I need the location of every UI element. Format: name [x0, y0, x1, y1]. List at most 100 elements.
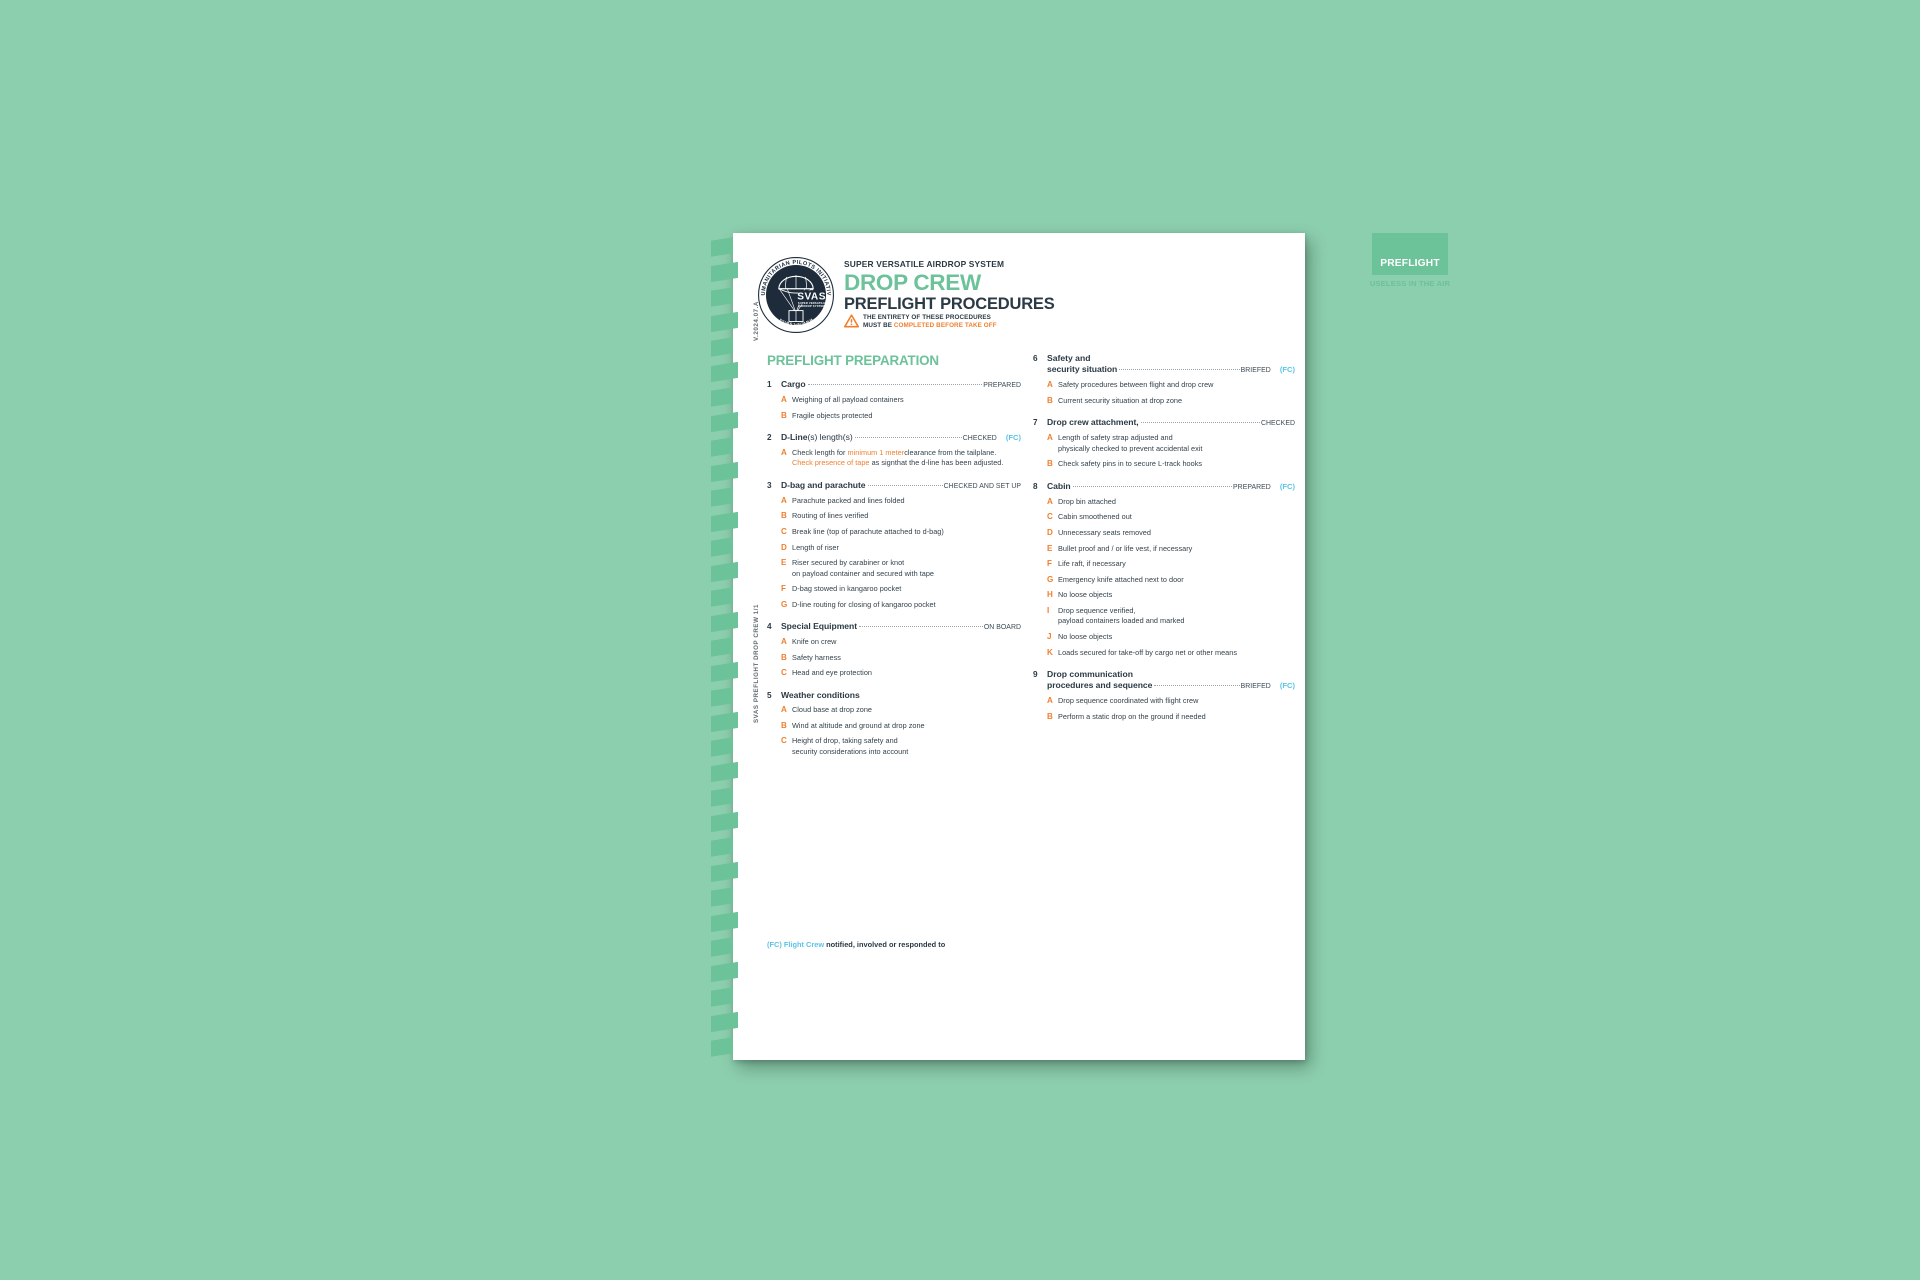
- binding-coil: [711, 587, 733, 607]
- item-subitems: A Parachute packed and lines folded B Routi…: [781, 496, 1021, 610]
- subitem[interactable]: I Drop sequence verified, payload containe…: [1047, 606, 1295, 627]
- subitem[interactable]: A Weighing of all payload containers: [781, 395, 1021, 405]
- binding-coil: [711, 361, 738, 383]
- item-number: 3: [767, 480, 772, 490]
- checklist-item[interactable]: 6 Safety and security situation BRIEFED (FC)…: [1033, 353, 1295, 406]
- checklist-item[interactable]: 9 Drop communication procedures and sequen…: [1033, 669, 1295, 722]
- item-label: procedures and sequence: [1047, 680, 1153, 691]
- checklist-item[interactable]: 3 D-bag and parachute CHECKED AND SET UP A P…: [767, 480, 1021, 610]
- subitem[interactable]: J No loose objects: [1047, 632, 1295, 642]
- item-label: D-bag and parachute: [781, 479, 866, 490]
- subitem-letter: D: [781, 542, 787, 552]
- subitem-letter: A: [1047, 433, 1053, 443]
- checklist-item[interactable]: 1 Cargo PREPARED A Weighing of all payload c…: [767, 379, 1021, 421]
- subitem-text: Drop sequence coordinated with flight cr…: [1058, 696, 1199, 706]
- subitem[interactable]: B Check safety pins in to secure L-track …: [1047, 459, 1295, 469]
- subitem[interactable]: C Head and eye protection: [781, 668, 1021, 678]
- leader-dots: [1140, 422, 1260, 424]
- subitem[interactable]: G Emergency knife attached next to door: [1047, 575, 1295, 585]
- subitem-text: No loose objects: [1058, 590, 1113, 600]
- footnote-text: notified, involved or responded to: [824, 940, 946, 949]
- subitem[interactable]: A Parachute packed and lines folded: [781, 496, 1021, 506]
- item-number: 6: [1033, 354, 1038, 363]
- item-number: 8: [1033, 481, 1038, 491]
- subitem[interactable]: A Cloud base at drop zone: [781, 705, 1021, 715]
- checklist-item[interactable]: 7 Drop crew attachment, CHECKED A Length of …: [1033, 417, 1295, 469]
- subitem[interactable]: K Loads secured for take-off by cargo net…: [1047, 648, 1295, 658]
- subitem-text: Length of riser: [792, 542, 839, 552]
- item-value: PREPARED: [1233, 483, 1271, 491]
- item-subitems: A Drop bin attached C Cabin smoothened out D…: [1047, 497, 1295, 658]
- subitem-text: Break line (top of parachute attached to…: [792, 527, 944, 536]
- flight-crew-tag: (FC): [1279, 481, 1295, 491]
- item-label-line1: Safety and: [1047, 353, 1091, 363]
- subitem-letter: C: [781, 736, 787, 746]
- subitem[interactable]: A Drop bin attached: [1047, 497, 1295, 507]
- subitem[interactable]: A Length of safety strap adjusted and phys…: [1047, 433, 1295, 454]
- subitem[interactable]: B Fragile objects protected: [781, 411, 1021, 421]
- binding-coil: [711, 287, 733, 307]
- subitem-letter: A: [1047, 380, 1053, 390]
- subitem[interactable]: A Safety procedures between flight and dr…: [1047, 380, 1295, 390]
- binding-coil: [711, 537, 733, 557]
- subitem[interactable]: B Routing of lines verified: [781, 511, 1021, 521]
- subitem[interactable]: B Perform a static drop on the ground if …: [1047, 712, 1295, 722]
- subitem[interactable]: B Current security situation at drop zone: [1047, 396, 1295, 406]
- checklist-item[interactable]: 5 Weather conditions A Cloud base at drop z…: [767, 690, 1021, 757]
- spiral-binding: [711, 233, 747, 1060]
- svas-logo: HUMANITARIAN PILOTS INITIATIVE WWW.HPI.S…: [757, 256, 835, 334]
- subitem-letter: B: [1047, 459, 1053, 469]
- item-subitems: A Cloud base at drop zone B Wind at altitud…: [781, 705, 1021, 757]
- binding-coil: [711, 687, 733, 707]
- subitem-text: Safety procedures between flight and dro…: [1058, 380, 1214, 390]
- subitem[interactable]: H No loose objects: [1047, 590, 1295, 600]
- checklist-item[interactable]: 2 D-Line(s) length(s) CHECKED (FC) A Check le…: [767, 432, 1021, 469]
- subitem-letter: J: [1047, 631, 1052, 641]
- binding-coil: [711, 337, 733, 357]
- subitem-text: Fragile objects protected: [792, 410, 873, 420]
- header-titles: SUPER VERSATILE AIRDROP SYSTEM DROP CREW…: [844, 259, 1104, 313]
- leader-dots: [1154, 685, 1240, 687]
- binding-coil: [711, 1037, 733, 1057]
- subitem[interactable]: F D-bag stowed in kangaroo pocket: [781, 584, 1021, 594]
- subitem[interactable]: D Unnecessary seats removed: [1047, 528, 1295, 538]
- subitem-text: Drop bin attached: [1058, 496, 1116, 506]
- item-number: 9: [1033, 669, 1038, 679]
- preflight-badge-sublabel: USELESS IN THE AIR: [1369, 279, 1451, 288]
- subitem[interactable]: E Riser secured by carabiner or knot on pa…: [781, 558, 1021, 579]
- preflight-badge-label: PREFLIGHT: [1380, 258, 1440, 269]
- subitem[interactable]: C Cabin smoothened out: [1047, 512, 1295, 522]
- binding-coil: [711, 937, 733, 957]
- subitem[interactable]: A Check length for minimum 1 meterclearan…: [781, 448, 1021, 469]
- subitem[interactable]: C Height of drop, taking safety and securi…: [781, 736, 1021, 757]
- subitem-letter: A: [781, 495, 787, 505]
- subitem-text: Head and eye protection: [792, 668, 872, 678]
- binding-coil: [711, 461, 738, 483]
- subitem[interactable]: A Drop sequence coordinated with flight c…: [1047, 696, 1295, 706]
- footnote: (FC) Flight Crew notified, involved or r…: [767, 940, 945, 950]
- subitem[interactable]: F Life raft, if necessary: [1047, 559, 1295, 569]
- subitem-text: Knife on crew: [792, 637, 837, 647]
- subitem-text: Riser secured by carabiner or knot on pay…: [792, 558, 935, 578]
- subitem[interactable]: C Break line (top of parachute attached t…: [781, 527, 1021, 537]
- flight-crew-tag: (FC): [1005, 433, 1021, 442]
- checklist-items-right: 6 Safety and security situation BRIEFED (FC)…: [1033, 353, 1295, 722]
- checklist-item[interactable]: 8 Cabin PREPARED (FC) A Drop bin attached C Cab…: [1033, 481, 1295, 658]
- flight-crew-tag: (FC): [1279, 365, 1295, 375]
- checklist-item[interactable]: 4 Special Equipment ON BOARD A Knife on crew…: [767, 621, 1021, 679]
- subitem-text: No loose objects: [1058, 631, 1113, 641]
- subitem-letter: A: [781, 448, 787, 457]
- subitem[interactable]: A Knife on crew: [781, 637, 1021, 647]
- subitem[interactable]: B Wind at altitude and ground at drop zon…: [781, 721, 1021, 731]
- subitem[interactable]: E Bullet proof and / or life vest, if nec…: [1047, 544, 1295, 554]
- item-label: D-Line(s) length(s): [781, 432, 853, 442]
- subitem[interactable]: D Length of riser: [781, 543, 1021, 553]
- subitem[interactable]: B Safety harness: [781, 653, 1021, 663]
- checklist-items-left: 1 Cargo PREPARED A Weighing of all payload c…: [767, 379, 1021, 757]
- binding-coil: [711, 637, 733, 657]
- subitem[interactable]: G D-line routing for closing of kangaroo …: [781, 600, 1021, 610]
- svg-text:AIRDROP SYSTEM: AIRDROP SYSTEM: [798, 304, 825, 308]
- item-value: PREPARED: [983, 382, 1021, 389]
- subitem-letter: A: [781, 637, 787, 647]
- subitem-letter: A: [781, 395, 787, 404]
